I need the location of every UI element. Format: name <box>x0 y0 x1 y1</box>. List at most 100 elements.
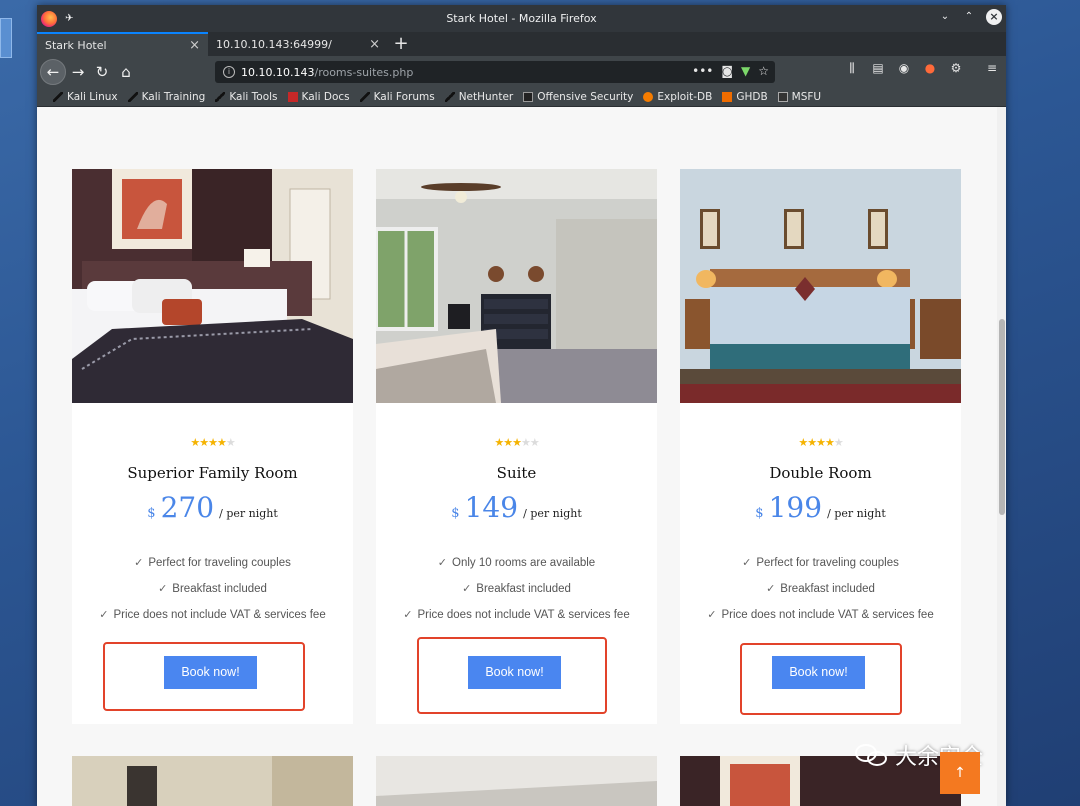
bookmark-label: Kali Docs <box>301 91 350 103</box>
bookmark-kali-training[interactable]: Kali Training <box>124 91 210 103</box>
star-empty-icon: ★ <box>833 436 844 449</box>
room-photo <box>72 169 353 403</box>
star-icon: ★ <box>816 436 826 449</box>
site-info-icon[interactable]: i <box>223 66 235 78</box>
check-icon: ✓ <box>742 557 752 569</box>
tab-stark-hotel[interactable]: Stark Hotel × <box>37 32 208 56</box>
back-arrow-icon[interactable]: ← <box>40 59 66 85</box>
star-icon: ★ <box>494 436 504 449</box>
feature-text: Price does not include VAT & services fe… <box>417 609 630 621</box>
bookmark-star-icon[interactable]: ☆ <box>758 64 769 78</box>
feature-text: Breakfast included <box>172 583 267 595</box>
url-bar[interactable]: i 10.10.10.143/rooms-suites.php ••• ◙ ▼ … <box>215 61 775 83</box>
annotation-box <box>103 642 305 711</box>
addon-icon[interactable]: ● <box>922 60 938 76</box>
feature-item: ✓ Perfect for traveling couples <box>680 556 961 582</box>
window-menu-icon[interactable]: ⌄ <box>938 10 952 24</box>
bookmark-msfu[interactable]: MSFU <box>774 91 825 103</box>
account-icon[interactable]: ◉ <box>896 60 912 76</box>
star-icon: ★ <box>807 436 817 449</box>
feature-list: ✓ Only 10 rooms are available ✓ Breakfast … <box>376 556 657 634</box>
bookmark-ghdb[interactable]: GHDB <box>718 91 771 103</box>
star-icon: ★ <box>208 436 218 449</box>
bookmark-kali-docs[interactable]: Kali Docs <box>284 91 354 103</box>
kali-dragon-icon <box>127 92 138 102</box>
room-photo-double <box>680 169 961 403</box>
desktop-strip <box>0 0 37 806</box>
scrollbar-thumb[interactable] <box>999 319 1005 515</box>
sidebar-icon[interactable]: ▤ <box>870 60 886 76</box>
tab-label: 10.10.10.143:64999/ <box>216 37 332 51</box>
price-amount: 199 <box>768 491 823 524</box>
wechat-watermark: 大余安全 <box>855 735 1005 775</box>
price-currency: $ <box>147 506 156 521</box>
check-icon: ✓ <box>134 557 144 569</box>
tab-close-icon[interactable]: × <box>369 37 380 52</box>
star-icon: ★ <box>190 436 200 449</box>
nethunter-icon <box>444 92 455 102</box>
firefox-window: ✈ Stark Hotel - Mozilla Firefox ⌄ ⌃ × St… <box>37 5 1006 806</box>
desktop-icon[interactable] <box>0 18 12 58</box>
check-icon: ✓ <box>403 609 413 621</box>
feature-text: Only 10 rooms are available <box>452 557 596 569</box>
page-actions-icon[interactable]: ••• <box>692 64 713 78</box>
feature-item: ✓ Breakfast included <box>72 582 353 608</box>
room-price: $ 270 / per night <box>72 491 353 524</box>
bookmark-exploit-db[interactable]: Exploit-DB <box>639 91 716 103</box>
bookmark-kali-linux[interactable]: Kali Linux <box>49 91 122 103</box>
tab-close-icon[interactable]: × <box>189 38 200 53</box>
price-amount: 270 <box>160 491 215 524</box>
room-card-partial <box>72 756 353 806</box>
price-currency: $ <box>755 506 764 521</box>
room-name: Superior Family Room <box>127 464 298 482</box>
back-to-top-button[interactable]: ↑ <box>940 752 980 794</box>
pocket-icon[interactable]: ◙ <box>721 64 733 78</box>
hamburger-menu-icon[interactable]: ≡ <box>984 60 1000 76</box>
star-icon: ★ <box>512 436 522 449</box>
url-path: /rooms-suites.php <box>314 65 414 79</box>
new-tab-plus-icon[interactable]: + <box>388 32 414 56</box>
feature-item: ✓ Price does not include VAT & services f… <box>680 608 961 634</box>
settings-icon[interactable]: ⚙ <box>948 60 964 76</box>
annotation-box <box>417 637 607 714</box>
page-scrollbar[interactable] <box>997 107 1006 806</box>
room-photo-partial <box>72 756 353 806</box>
url-host: 10.10.10.143 <box>241 65 315 79</box>
minimize-icon[interactable]: ⌃ <box>962 10 976 24</box>
kali-dragon-icon <box>53 92 63 102</box>
star-icon: ★ <box>824 436 835 449</box>
feature-list: ✓ Perfect for traveling couples ✓ Breakfas… <box>680 556 961 634</box>
feature-text: Breakfast included <box>780 583 875 595</box>
rating-stars: ★★★★★ <box>72 436 353 449</box>
bookmark-offensive-security[interactable]: Offensive Security <box>519 91 637 103</box>
room-price: $ 199 / per night <box>680 491 961 524</box>
extension-icon[interactable]: ▼ <box>741 64 750 78</box>
kali-docs-icon <box>287 92 298 102</box>
feature-item: ✓ Only 10 rooms are available <box>376 556 657 582</box>
window-close-icon[interactable]: × <box>986 9 1002 25</box>
bookmark-nethunter[interactable]: NetHunter <box>441 91 518 103</box>
feature-text: Price does not include VAT & services fe… <box>113 609 326 621</box>
tab-port-64999[interactable]: 10.10.10.143:64999/ × <box>208 32 388 56</box>
star-empty-icon: ★ <box>529 436 540 449</box>
check-icon: ✓ <box>462 583 472 595</box>
bookmark-label: NetHunter <box>458 91 514 103</box>
library-icon[interactable]: ⫼ <box>844 60 860 76</box>
room-name: Double Room <box>769 464 872 482</box>
feature-text: Perfect for traveling couples <box>756 557 899 569</box>
bookmark-kali-tools[interactable]: Kali Tools <box>211 91 281 103</box>
bookmark-kali-forums[interactable]: Kali Forums <box>356 91 439 103</box>
reload-icon[interactable]: ↻ <box>90 60 114 84</box>
price-unit: / per night <box>219 507 278 520</box>
home-icon[interactable]: ⌂ <box>114 60 138 84</box>
forward-arrow-icon[interactable]: → <box>66 60 90 84</box>
star-icon: ★ <box>216 436 227 449</box>
feature-item: ✓ Perfect for traveling couples <box>72 556 353 582</box>
room-card-partial <box>376 756 657 806</box>
feature-item: ✓ Breakfast included <box>680 582 961 608</box>
star-icon: ★ <box>798 436 808 449</box>
rating-stars: ★★★★★ <box>680 436 961 449</box>
bookmark-label: Kali Training <box>141 91 206 103</box>
feature-list: ✓ Perfect for traveling couples ✓ Breakfas… <box>72 556 353 634</box>
exploitdb-icon <box>643 92 654 102</box>
